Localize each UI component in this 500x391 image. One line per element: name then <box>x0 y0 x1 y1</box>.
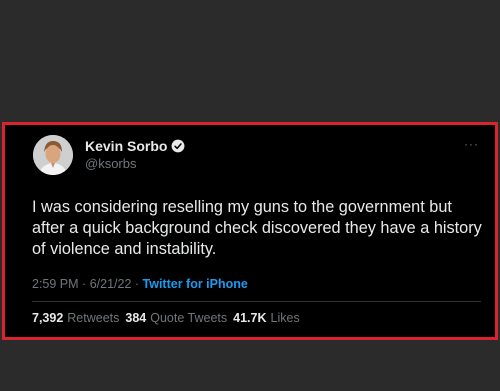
tweet-meta: 2:59 PM · 6/21/22 · Twitter for iPhone <box>32 277 248 291</box>
author-name-row: Kevin Sorbo <box>85 138 185 154</box>
likes-count: 41.7K <box>233 311 267 325</box>
likes-label: Likes <box>270 311 300 325</box>
tweet-source-link[interactable]: Twitter for iPhone <box>143 277 248 291</box>
retweets-label: Retweets <box>67 311 120 325</box>
author-handle[interactable]: @ksorbs <box>85 156 137 171</box>
retweets-stat[interactable]: 7,392 Retweets <box>32 311 119 325</box>
quotes-label: Quote Tweets <box>150 311 228 325</box>
verified-badge-icon <box>172 139 185 153</box>
author-display-name[interactable]: Kevin Sorbo <box>85 138 167 154</box>
tweet-time[interactable]: 2:59 PM <box>32 277 79 291</box>
avatar-image <box>33 135 73 175</box>
quotes-count: 384 <box>125 311 147 325</box>
avatar[interactable] <box>33 135 73 175</box>
more-options-icon[interactable]: ··· <box>464 137 479 151</box>
tweet-text: I was considering reselling my guns to t… <box>32 198 482 258</box>
tweet-card: Kevin Sorbo @ksorbs ··· I was considerin… <box>2 122 498 340</box>
meta-separator: · <box>82 277 90 291</box>
divider <box>32 301 481 302</box>
tweet-date[interactable]: 6/21/22 <box>90 277 132 291</box>
likes-stat[interactable]: 41.7K Likes <box>233 311 300 325</box>
quotes-stat[interactable]: 384 Quote Tweets <box>125 311 227 325</box>
retweets-count: 7,392 <box>32 311 64 325</box>
tweet-stats: 7,392 Retweets 384 Quote Tweets 41.7K Li… <box>32 311 300 325</box>
meta-separator: · <box>134 277 143 291</box>
